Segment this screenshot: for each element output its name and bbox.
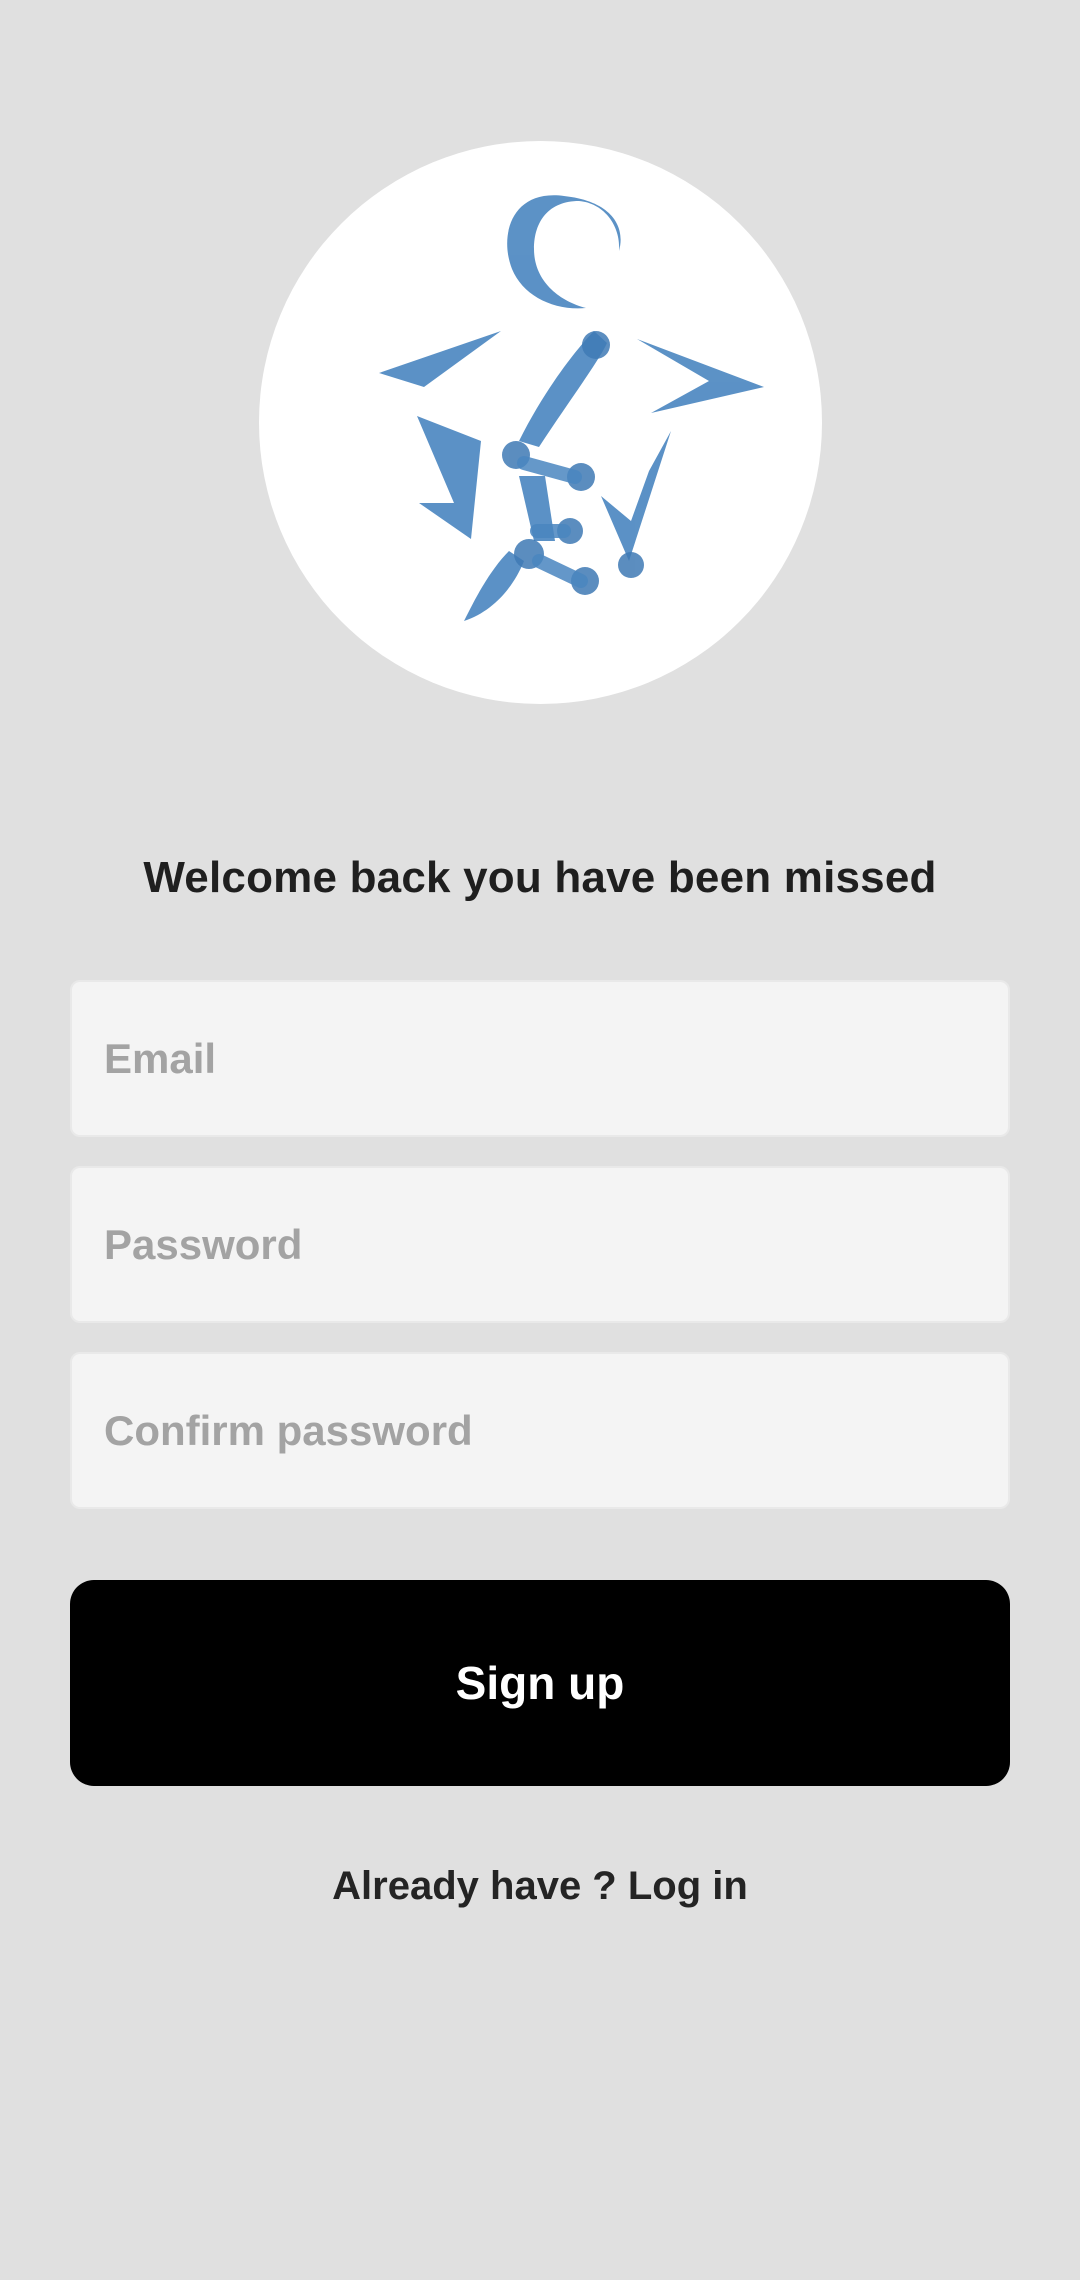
sign-up-button[interactable]: Sign up (70, 1580, 1010, 1786)
confirm-password-field-container (70, 1352, 1010, 1509)
app-logo (259, 141, 822, 704)
welcome-heading: Welcome back you have been missed (143, 853, 937, 902)
email-field-container (70, 980, 1010, 1137)
jev-robot-logo-icon (379, 195, 764, 621)
sign-up-button-label: Sign up (455, 1657, 625, 1709)
email-input[interactable] (72, 982, 1008, 1135)
password-field-container (70, 1166, 1010, 1323)
confirm-password-input[interactable] (72, 1354, 1008, 1507)
password-input[interactable] (72, 1168, 1008, 1321)
login-link[interactable]: Already have ? Log in (0, 1856, 1080, 1916)
